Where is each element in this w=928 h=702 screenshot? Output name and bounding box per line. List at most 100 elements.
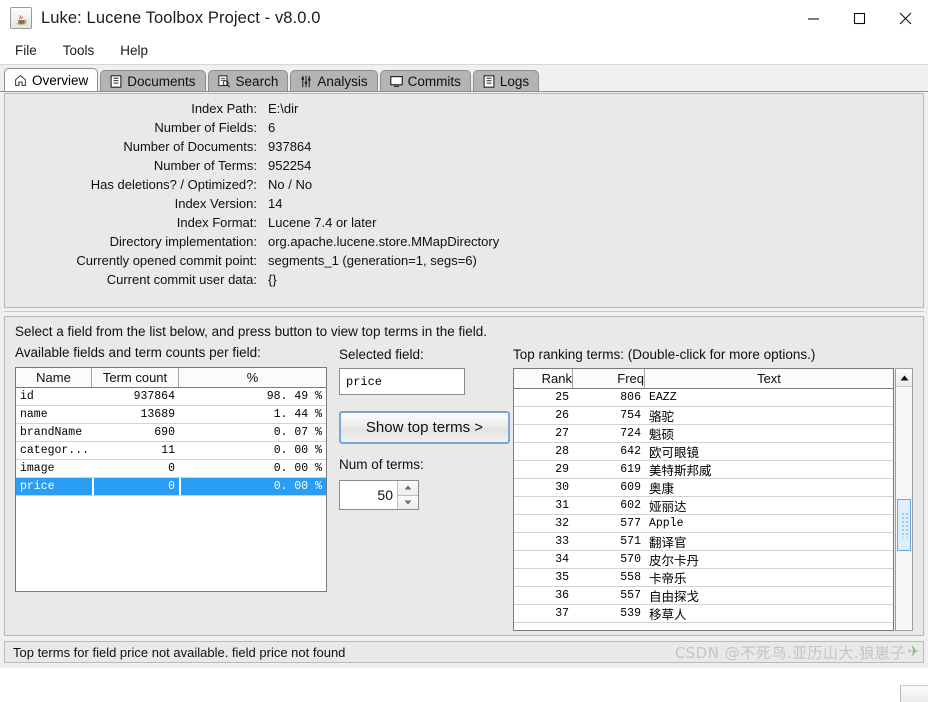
num-of-terms-value[interactable]: 50 <box>340 481 397 509</box>
tab-commits[interactable]: Commits <box>379 70 471 92</box>
title-bar: Luke: Lucene Toolbox Project - v8.0.0 <box>0 0 928 36</box>
panel-splitter[interactable] <box>4 309 924 315</box>
window-controls <box>790 0 928 36</box>
tab-overview[interactable]: Overview <box>4 68 99 92</box>
table-row[interactable]: 35 558 卡帝乐 <box>514 569 893 587</box>
spinner-up-icon[interactable] <box>398 481 418 496</box>
table-row[interactable]: 27 724 魁硕 <box>514 425 893 443</box>
column-header[interactable]: Text <box>645 369 893 388</box>
table-cell: 98. 49 % <box>266 390 322 403</box>
num-of-terms-stepper[interactable]: 50 <box>339 480 419 510</box>
table-row[interactable]: name 13689 1. 44 % <box>16 406 326 424</box>
table-row[interactable]: 32 577 Apple <box>514 515 893 533</box>
menu-help[interactable]: Help <box>109 40 159 61</box>
table-cell: 移草人 <box>649 607 687 622</box>
table-row[interactable]: 30 609 奥康 <box>514 479 893 497</box>
scroll-up-arrow-icon[interactable] <box>896 369 912 387</box>
table-cell: 0 <box>92 478 179 495</box>
table-row[interactable]: 31 602 娅丽达 <box>514 497 893 515</box>
scroll-down-arrow-icon[interactable] <box>900 685 928 702</box>
menu-bar: File Tools Help <box>0 36 928 65</box>
overview-row-label: Index Format: <box>176 215 257 230</box>
top-terms-table[interactable]: Rank Freq Text 25 806 EAZZ 26 754 骆驼 27 724 魁硕 28 642… <box>513 368 894 631</box>
overview-row-value: 6 <box>268 120 276 135</box>
table-row[interactable]: 28 642 欧可眼镜 <box>514 443 893 461</box>
table-cell: name <box>20 408 48 421</box>
selected-field-section: Selected field: price Show top terms > N… <box>339 347 510 510</box>
minimize-button[interactable] <box>790 0 836 36</box>
table-cell: 娅丽达 <box>649 499 687 514</box>
table-cell: 577 <box>620 517 641 530</box>
overview-row-value: 952254 <box>268 158 312 173</box>
table-cell: 0. 00 % <box>179 478 326 495</box>
scrollbar-thumb[interactable] <box>897 499 911 551</box>
available-fields-label: Available fields and term counts per fie… <box>15 345 261 360</box>
table-row[interactable]: 37 539 移草人 <box>514 605 893 623</box>
tab-bar: Overview Documents Search Analysis Commi… <box>0 66 928 92</box>
show-top-terms-button[interactable]: Show top terms > <box>339 411 510 444</box>
column-header[interactable]: Term count <box>92 368 179 387</box>
tab-logs[interactable]: Logs <box>472 70 540 92</box>
spinner-down-icon[interactable] <box>398 495 418 509</box>
table-row[interactable]: 36 557 自由探戈 <box>514 587 893 605</box>
table-row[interactable]: brandName 690 0. 07 % <box>16 424 326 442</box>
table-row[interactable]: 34 570 皮尔卡丹 <box>514 551 893 569</box>
table-row[interactable]: 33 571 翻译官 <box>514 533 893 551</box>
column-header[interactable]: Rank <box>514 369 573 388</box>
overview-row: Index Format: Lucene 7.4 or later <box>5 213 923 232</box>
overview-row-label: Number of Terms: <box>153 158 257 173</box>
column-header[interactable]: % <box>179 368 326 387</box>
table-cell: 0 <box>168 462 175 475</box>
scrollbar-track[interactable] <box>896 387 912 630</box>
table-cell: 0. 00 % <box>273 462 322 475</box>
table-cell: 570 <box>620 553 641 566</box>
table-cell: 翻译官 <box>649 535 687 550</box>
table-cell: 37 <box>555 607 569 620</box>
column-header[interactable]: Freq <box>573 369 645 388</box>
tab-analysis[interactable]: Analysis <box>290 70 378 92</box>
table-cell: 690 <box>154 426 175 439</box>
table-cell: 724 <box>620 427 641 440</box>
table-row[interactable]: categor... 11 0. 00 % <box>16 442 326 460</box>
selected-field-input[interactable]: price <box>339 368 465 395</box>
tab-documents-label: Documents <box>127 74 196 89</box>
column-header[interactable]: Name <box>16 368 92 387</box>
table-cell: 619 <box>620 463 641 476</box>
document-icon <box>110 75 122 88</box>
table-row[interactable]: image 0 0. 00 % <box>16 460 326 478</box>
table-cell: 13689 <box>140 408 175 421</box>
overview-row-value: 14 <box>268 196 283 211</box>
tab-documents[interactable]: Documents <box>100 70 206 92</box>
table-cell: 皮尔卡丹 <box>649 553 700 568</box>
table-row[interactable]: price 0 0. 00 % <box>16 478 326 496</box>
table-cell: 35 <box>555 571 569 584</box>
overview-row: Index Path: E:\dir <box>5 99 923 118</box>
luke-main-window: Luke: Lucene Toolbox Project - v8.0.0 Fi… <box>0 0 928 702</box>
close-button[interactable] <box>882 0 928 36</box>
menu-tools[interactable]: Tools <box>52 40 106 61</box>
table-header: Name Term count% <box>16 368 326 388</box>
overview-row: Current commit user data: {} <box>5 270 923 289</box>
table-row[interactable]: 26 754 骆驼 <box>514 407 893 425</box>
table-row[interactable]: 25 806 EAZZ <box>514 389 893 407</box>
overview-row-value: 937864 <box>268 139 312 154</box>
fields-table[interactable]: Name Term count% id 937864 98. 49 % name 13689… <box>15 367 327 592</box>
tab-commits-label: Commits <box>407 74 461 89</box>
table-row[interactable]: 29 619 美特斯邦威 <box>514 461 893 479</box>
table-header: Rank Freq Text <box>514 369 893 389</box>
overview-row-label: Index Path: <box>191 101 257 116</box>
window-title: Luke: Lucene Toolbox Project - v8.0.0 <box>41 8 321 27</box>
maximize-button[interactable] <box>836 0 882 36</box>
overview-row-value: Lucene 7.4 or later <box>268 215 377 230</box>
available-fields-section: Available fields and term counts per fie… <box>15 345 333 592</box>
tab-search[interactable]: Search <box>207 70 289 92</box>
table-cell: price <box>16 478 92 495</box>
table-cell: 754 <box>620 409 641 422</box>
menu-file[interactable]: File <box>4 40 48 61</box>
num-of-terms-label: Num of terms: <box>339 457 424 472</box>
table-row[interactable]: id 937864 98. 49 % <box>16 388 326 406</box>
terms-vertical-scrollbar[interactable] <box>895 368 928 702</box>
overview-row-value: No / No <box>268 177 313 192</box>
overview-row-value: org.apache.lucene.store.MMapDirectory <box>268 234 500 249</box>
table-cell: 欧可眼镜 <box>649 445 700 460</box>
